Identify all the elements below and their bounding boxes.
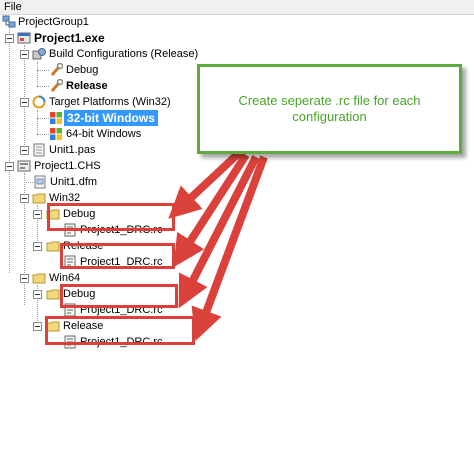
- annotation-callout: Create seperate .rc file for each config…: [197, 64, 462, 154]
- callout-text: Create seperate .rc file for each config…: [238, 93, 421, 124]
